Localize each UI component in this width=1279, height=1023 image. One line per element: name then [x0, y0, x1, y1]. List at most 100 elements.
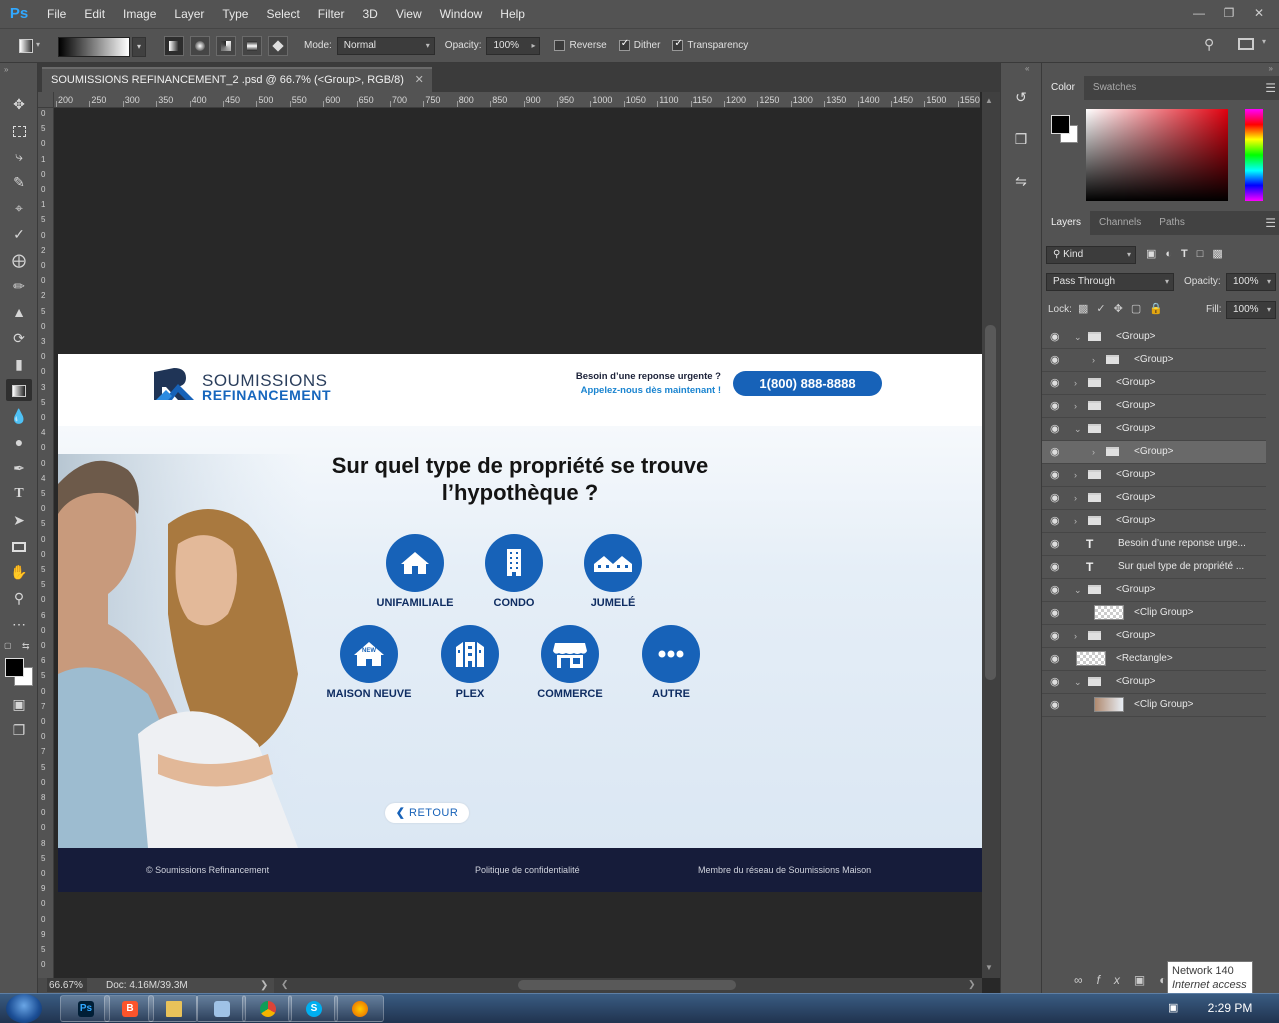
horizontal-scroll-thumb[interactable] — [518, 980, 736, 990]
chevron-down-icon[interactable]: ⌄ — [1074, 671, 1082, 693]
reverse-checkbox[interactable] — [554, 40, 566, 51]
chevron-right-icon[interactable]: › — [1074, 395, 1077, 417]
option-maison-neuve[interactable]: NEW MAISON NEUVE — [314, 625, 424, 700]
layer-row[interactable]: ◉ › <Group> — [1042, 487, 1266, 510]
layer-row[interactable]: ◉ <Clip Group> — [1042, 602, 1266, 625]
dither-checkbox[interactable] — [618, 38, 630, 51]
footer-privacy-link[interactable]: Politique de confidentialité — [475, 848, 580, 892]
collapse-icon[interactable]: » — [1269, 64, 1273, 73]
panel-menu-icon[interactable]: ☰ — [1265, 76, 1276, 100]
document-tab[interactable]: SOUMISSIONS REFINANCEMENT_2 .psd @ 66.7%… — [42, 67, 432, 92]
option-jumele[interactable]: JUMELÉ — [558, 534, 668, 609]
gradient-picker[interactable]: ▾ — [58, 35, 146, 57]
minimize-icon[interactable]: — — [1187, 4, 1211, 22]
layer-filter-icons[interactable]: ▣◐T□▩ — [1146, 247, 1232, 260]
hue-slider[interactable] — [1245, 109, 1263, 201]
chevron-right-icon[interactable]: › — [1074, 625, 1077, 647]
gradient-tool-icon[interactable] — [6, 379, 32, 401]
option-unifamiliale[interactable]: UNIFAMILIALE — [360, 534, 470, 609]
menu-view[interactable]: View — [387, 0, 431, 28]
back-button[interactable]: ❮ RETOUR — [385, 803, 469, 823]
layer-row[interactable]: ◉ ⌄ <Group> — [1042, 418, 1266, 441]
layer-row[interactable]: ◉ T Besoin d’une reponse urge... — [1042, 533, 1266, 556]
taskbar-app-explorer[interactable] — [148, 995, 198, 1022]
chevron-right-icon[interactable]: › — [1074, 487, 1077, 509]
visibility-eye-icon[interactable]: ◉ — [1050, 395, 1060, 417]
visibility-eye-icon[interactable]: ◉ — [1050, 671, 1060, 693]
status-menu-icon[interactable]: ❯ — [260, 978, 268, 993]
visibility-eye-icon[interactable]: ◉ — [1050, 694, 1060, 716]
layer-row[interactable]: ◉ › <Group> — [1042, 372, 1266, 395]
visibility-eye-icon[interactable]: ◉ — [1050, 372, 1060, 394]
foreground-color-swatch[interactable] — [1051, 115, 1070, 134]
transparency-checkbox[interactable] — [672, 38, 684, 51]
visibility-eye-icon[interactable]: ◉ — [1050, 648, 1060, 670]
menu-file[interactable]: File — [38, 0, 75, 28]
visibility-eye-icon[interactable]: ◉ — [1050, 464, 1060, 486]
lock-icons[interactable]: ▩✓✥▢🔒 — [1078, 302, 1171, 315]
dodge-tool-icon[interactable]: ● — [6, 431, 32, 453]
workspace-icon[interactable] — [1238, 38, 1254, 50]
healing-brush-tool-icon[interactable]: ⨁ — [6, 249, 32, 271]
blur-tool-icon[interactable]: 💧 — [6, 405, 32, 427]
chevron-right-icon[interactable]: › — [1092, 349, 1095, 371]
visibility-eye-icon[interactable]: ◉ — [1050, 579, 1060, 601]
chevron-down-icon[interactable]: ⌄ — [1074, 418, 1082, 440]
layer-row[interactable]: ◉ › <Group> — [1042, 441, 1266, 464]
layer-row[interactable]: ◉ <Clip Group> — [1042, 694, 1266, 717]
taskbar-app-skype[interactable]: S — [288, 995, 338, 1022]
scroll-left-icon[interactable]: ❮ — [281, 979, 289, 990]
option-autre[interactable]: AUTRE — [616, 625, 726, 700]
ruler-origin[interactable] — [38, 92, 54, 108]
tab-color[interactable]: Color — [1042, 76, 1084, 100]
layer-row[interactable]: ◉ › <Group> — [1042, 464, 1266, 487]
tab-swatches[interactable]: Swatches — [1084, 76, 1145, 100]
layer-row[interactable]: ◉ › <Group> — [1042, 349, 1266, 372]
angle-gradient-button[interactable] — [216, 35, 236, 56]
collapse-icon[interactable]: » — [4, 65, 8, 74]
layer-row[interactable]: ◉ › <Group> — [1042, 510, 1266, 533]
taskbar-app-photoshop[interactable]: Ps — [60, 995, 110, 1022]
radial-gradient-button[interactable] — [190, 35, 210, 56]
properties-panel-icon[interactable]: ⇋ — [1009, 169, 1033, 193]
eraser-tool-icon[interactable]: ▮ — [6, 353, 32, 375]
close-icon[interactable]: ✕ — [1247, 4, 1271, 22]
phone-button[interactable]: 1(800) 888-8888 — [733, 371, 882, 396]
tab-channels[interactable]: Channels — [1090, 211, 1150, 235]
menu-layer[interactable]: Layer — [165, 0, 213, 28]
diamond-gradient-button[interactable] — [268, 35, 288, 56]
visibility-eye-icon[interactable]: ◉ — [1050, 602, 1060, 624]
gradient-tool-preset-icon[interactable]: ▾ — [16, 35, 40, 57]
windows-start-icon[interactable] — [6, 994, 42, 1023]
zoom-tool-icon[interactable]: ⚲ — [6, 587, 32, 609]
history-brush-tool-icon[interactable]: ⟳ — [6, 327, 32, 349]
brush-tool-icon[interactable]: ✏ — [6, 275, 32, 297]
mode-select[interactable]: Normal ▾ — [336, 36, 435, 55]
visibility-eye-icon[interactable]: ◉ — [1050, 441, 1060, 463]
taskbar-clock[interactable]: 2:29 PM — [1200, 994, 1260, 1022]
menu-filter[interactable]: Filter — [309, 0, 354, 28]
layer-actions-bar[interactable]: ∞fx▣◐ — [1074, 973, 1181, 987]
layer-row[interactable]: ◉ ⌄ <Group> — [1042, 671, 1266, 694]
menu-edit[interactable]: Edit — [75, 0, 114, 28]
swap-colors-icon[interactable]: ⇆ — [22, 641, 30, 652]
color-spectrum[interactable] — [1086, 109, 1228, 201]
menu-window[interactable]: Window — [431, 0, 492, 28]
rectangle-tool-icon[interactable] — [6, 535, 32, 557]
collapse-icon[interactable]: « — [1025, 64, 1029, 73]
chevron-right-icon[interactable]: › — [1092, 441, 1095, 463]
visibility-eye-icon[interactable]: ◉ — [1050, 625, 1060, 647]
layer-row[interactable]: ◉ ⌄ <Group> — [1042, 326, 1266, 349]
footer-network-link[interactable]: Membre du réseau de Soumissions Maison — [698, 848, 871, 892]
layer-opacity-input[interactable]: 100% ▾ — [1226, 273, 1276, 291]
vertical-scroll-thumb[interactable] — [985, 325, 996, 680]
visibility-eye-icon[interactable]: ◉ — [1050, 487, 1060, 509]
search-icon[interactable]: ⚲ — [1204, 36, 1214, 53]
move-tool-icon[interactable]: ✥ — [6, 93, 32, 115]
quick-mask-icon[interactable]: ▣ — [6, 693, 32, 715]
layer-filter-select[interactable]: ⚲ Kind ▾ — [1046, 246, 1136, 264]
eyedropper-tool-icon[interactable]: ✓ — [6, 223, 32, 245]
menu-3d[interactable]: 3D — [353, 0, 386, 28]
visibility-eye-icon[interactable]: ◉ — [1050, 349, 1060, 371]
blend-mode-select[interactable]: Pass Through ▾ — [1046, 273, 1174, 291]
